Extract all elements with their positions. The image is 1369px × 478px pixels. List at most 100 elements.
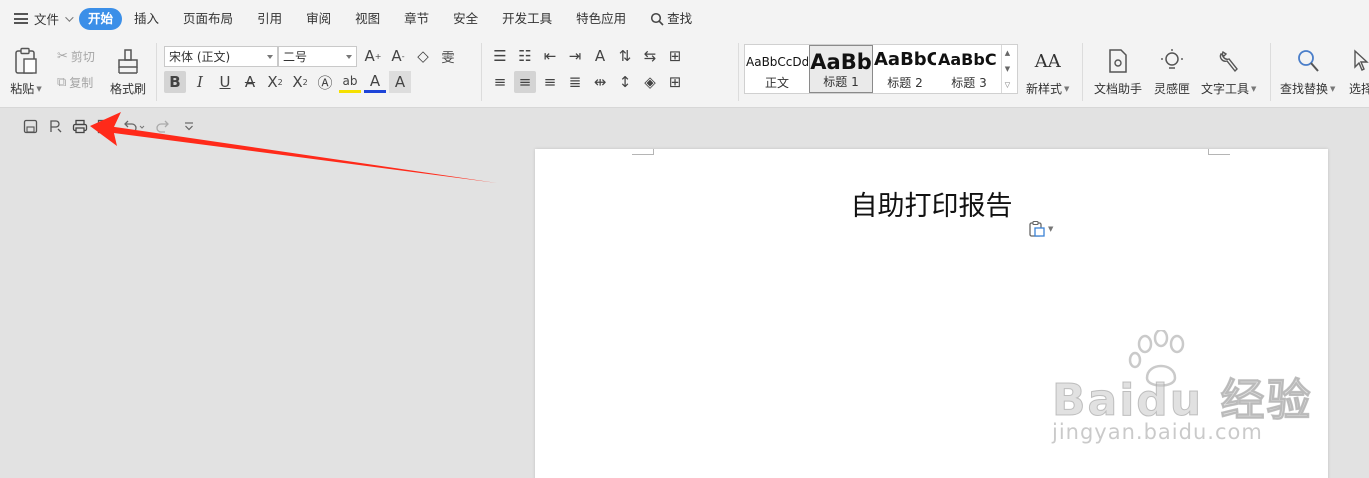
style-sample: AaBbCcDd bbox=[746, 55, 808, 69]
clear-format-icon[interactable]: ◇ bbox=[412, 45, 434, 67]
align-center-icon[interactable]: ≡ bbox=[514, 71, 536, 93]
export-pdf-icon[interactable] bbox=[46, 117, 64, 135]
distributed-icon[interactable]: ⇹ bbox=[589, 71, 611, 93]
show-marks-icon[interactable]: ⇆ bbox=[639, 45, 661, 67]
paste-options-button[interactable]: ▼ bbox=[1028, 220, 1053, 238]
line-spacing-icon[interactable]: ↕ bbox=[614, 71, 636, 93]
grow-font-icon[interactable]: A + bbox=[362, 45, 384, 67]
highlight-icon[interactable]: ab bbox=[339, 71, 361, 93]
superscript-icon[interactable]: X2 bbox=[264, 71, 286, 93]
tab-insert[interactable]: 插入 bbox=[122, 8, 171, 30]
search-icon bbox=[1292, 45, 1324, 77]
tab-security[interactable]: 安全 bbox=[441, 8, 490, 30]
select-button[interactable]: 选择 bbox=[1345, 45, 1369, 97]
format-painter-button[interactable]: 格式刷 bbox=[110, 45, 146, 97]
customize-toolbar-icon[interactable] bbox=[180, 117, 198, 135]
font-size-select[interactable]: 二号 bbox=[278, 46, 357, 67]
copy-icon: ⧉ bbox=[57, 75, 67, 90]
inspiration-button[interactable]: 灵感匣 bbox=[1154, 45, 1190, 97]
subscript-icon[interactable]: X2 bbox=[289, 71, 311, 93]
find-replace-label: 查找替换 bbox=[1280, 82, 1329, 96]
chevron-down-icon bbox=[65, 12, 74, 22]
chinese-layout-icon[interactable]: A bbox=[589, 45, 611, 67]
numbered-list-icon[interactable]: ☷ bbox=[514, 45, 536, 67]
align-right-icon[interactable]: ≡ bbox=[539, 71, 561, 93]
font-name-select[interactable]: 宋体 (正文) bbox=[164, 46, 278, 67]
tab-search-label: 查找 bbox=[667, 10, 693, 26]
tab-section[interactable]: 章节 bbox=[392, 8, 441, 30]
font-color-icon[interactable]: A bbox=[364, 71, 386, 93]
style-name: 标题 2 bbox=[887, 76, 923, 90]
tab-references[interactable]: 引用 bbox=[245, 8, 294, 30]
new-style-icon: AA bbox=[1034, 50, 1061, 72]
tab-features[interactable]: 特色应用 bbox=[564, 8, 638, 30]
bold-icon[interactable]: B bbox=[164, 71, 186, 93]
dropdown-arrow-icon: ▼ bbox=[1064, 84, 1070, 93]
decrease-indent-icon[interactable]: ⇤ bbox=[539, 45, 561, 67]
font-tools-row-2: B I U A X2 X2 Ⓐ ab A A bbox=[164, 71, 411, 93]
styles-scroll[interactable]: ▲ ▼ ▽ bbox=[1001, 45, 1013, 93]
paste-button[interactable]: 粘贴 ▼ bbox=[10, 45, 42, 97]
dropdown-arrow-icon: ▼ bbox=[1251, 84, 1257, 93]
italic-icon[interactable]: I bbox=[189, 71, 211, 93]
watermark-text: Baidu 经验 bbox=[1051, 375, 1313, 427]
margin-marker bbox=[632, 149, 654, 155]
scroll-down-icon[interactable]: ▼ bbox=[1005, 65, 1010, 73]
search-icon bbox=[651, 12, 664, 26]
tab-view[interactable]: 视图 bbox=[343, 8, 392, 30]
save-icon[interactable] bbox=[21, 117, 39, 135]
sort-icon[interactable]: ⇅ bbox=[614, 45, 636, 67]
tab-home[interactable]: 开始 bbox=[79, 7, 123, 30]
hamburger-icon bbox=[14, 13, 28, 24]
shading-icon[interactable]: ◈ bbox=[639, 71, 661, 93]
text-tools-button[interactable]: 文字工具 ▼ bbox=[1201, 45, 1256, 97]
dropdown-arrow-icon bbox=[346, 54, 352, 59]
tab-page-layout[interactable]: 页面布局 bbox=[171, 8, 245, 30]
copy-button[interactable]: ⧉ 复制 bbox=[57, 74, 93, 91]
cut-button[interactable]: ✂ 剪切 bbox=[57, 48, 95, 65]
doc-assistant-button[interactable]: 文档助手 bbox=[1094, 45, 1142, 97]
document-title[interactable]: 自助打印报告 bbox=[535, 184, 1328, 223]
doc-assistant-icon bbox=[1102, 45, 1134, 77]
style-heading-3[interactable]: AaBbC 标题 3 bbox=[937, 45, 1001, 93]
shrink-font-icon[interactable]: A- bbox=[387, 45, 409, 67]
divider bbox=[481, 43, 482, 101]
menu-bar: 文件 开始 插入 页面布局 引用 审阅 视图 章节 安全 开发工具 特色应用 查… bbox=[0, 0, 1369, 37]
expand-icon[interactable]: ▽ bbox=[1005, 81, 1010, 89]
align-left-icon[interactable]: ≡ bbox=[489, 71, 511, 93]
format-painter-label: 格式刷 bbox=[110, 82, 147, 96]
style-normal[interactable]: AaBbCcDd 正文 bbox=[745, 45, 809, 93]
underline-icon[interactable]: U bbox=[214, 71, 236, 93]
justify-icon[interactable]: ≣ bbox=[564, 71, 586, 93]
lightbulb-icon bbox=[1156, 45, 1188, 77]
style-name: 标题 3 bbox=[951, 76, 987, 90]
bullet-list-icon[interactable]: ☰ bbox=[489, 45, 511, 67]
style-heading-1[interactable]: AaBb 标题 1 bbox=[809, 45, 873, 93]
font-size-value: 二号 bbox=[283, 50, 308, 64]
divider bbox=[156, 43, 157, 101]
style-heading-2[interactable]: AaBbC 标题 2 bbox=[873, 45, 937, 93]
strikethrough-icon[interactable]: A bbox=[239, 71, 261, 93]
tab-developer[interactable]: 开发工具 bbox=[490, 8, 564, 30]
redo-icon[interactable] bbox=[154, 117, 172, 135]
new-style-button[interactable]: AA 新样式 ▼ bbox=[1026, 45, 1069, 97]
format-painter-icon bbox=[112, 45, 144, 77]
increase-indent-icon[interactable]: ⇥ bbox=[564, 45, 586, 67]
baidu-watermark: Baidu 经验 jingyan.baidu.com bbox=[1030, 330, 1330, 450]
text-effect-icon[interactable]: Ⓐ bbox=[314, 71, 336, 93]
table-grid-icon[interactable]: ⊞ bbox=[664, 45, 686, 67]
scroll-up-icon[interactable]: ▲ bbox=[1005, 49, 1010, 57]
print-preview-icon[interactable] bbox=[95, 117, 113, 135]
style-name: 正文 bbox=[764, 76, 789, 90]
file-menu[interactable]: 文件 bbox=[14, 7, 74, 31]
print-icon[interactable] bbox=[71, 117, 89, 135]
tab-review[interactable]: 审阅 bbox=[294, 8, 343, 30]
undo-icon[interactable] bbox=[121, 117, 147, 135]
phonetic-guide-icon[interactable]: 雯 bbox=[437, 45, 459, 67]
dropdown-arrow-icon: ▼ bbox=[1330, 84, 1336, 93]
find-replace-button[interactable]: 查找替换 ▼ bbox=[1280, 45, 1335, 97]
tab-search[interactable]: 查找 bbox=[638, 8, 704, 30]
char-shading-icon[interactable]: A bbox=[389, 71, 411, 93]
borders-icon[interactable]: ⊞ bbox=[664, 71, 686, 93]
styles-gallery: AaBbCcDd 正文 AaBb 标题 1 AaBbC 标题 2 AaBbC 标… bbox=[744, 44, 1018, 94]
